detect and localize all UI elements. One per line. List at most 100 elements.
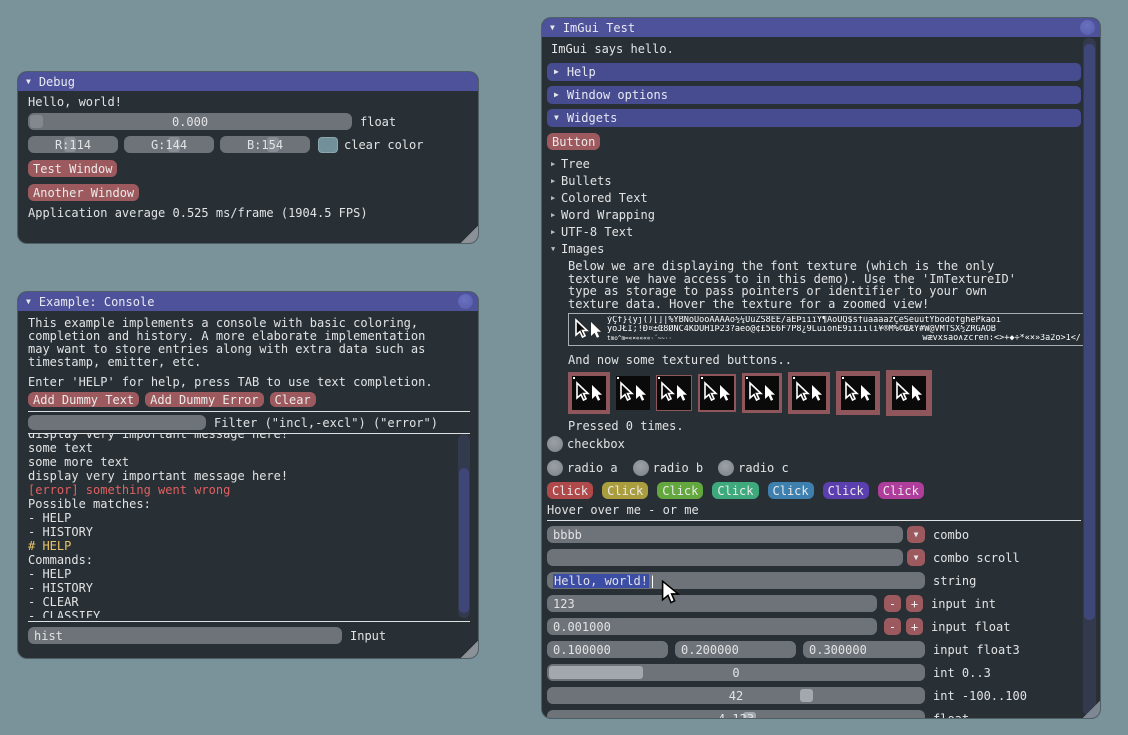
radio-button-c[interactable]: [718, 460, 734, 476]
slider-int-0-3[interactable]: 0: [547, 664, 925, 681]
slider-int-large-row: 42 int -100..100: [547, 687, 1081, 704]
minus-button[interactable]: -: [884, 595, 901, 612]
desktop: { "palette": { "background": "#7a939b", …: [0, 0, 1128, 735]
add-dummy-error-button[interactable]: Add Dummy Error: [145, 392, 263, 407]
plus-button[interactable]: +: [906, 595, 923, 612]
tree-node-bullets[interactable]: ▶ Bullets: [551, 173, 1081, 189]
input-float3-x[interactable]: 0.100000: [547, 641, 668, 658]
combo-scroll-row: ▼ combo scroll: [547, 549, 1081, 566]
plus-button[interactable]: +: [906, 618, 923, 635]
header-help[interactable]: ▶ Help: [547, 63, 1081, 81]
tree-node-label: Word Wrapping: [561, 208, 655, 222]
log-line: - HELP: [28, 511, 470, 525]
font-texture-glyphs: tmo^m=«¤««««·´~~··: [607, 334, 672, 343]
log-line-error: [error] something went wrong: [28, 483, 470, 497]
click-button-3[interactable]: Click: [657, 482, 703, 499]
slider-int-minus100-100[interactable]: 42: [547, 687, 925, 704]
click-buttons-row: Click Click Click Click Click Click Clic…: [547, 482, 1081, 499]
resize-grip[interactable]: [1082, 700, 1100, 718]
collapse-arrow-icon: ▶: [554, 91, 559, 99]
color-swatch[interactable]: [318, 137, 338, 153]
close-button[interactable]: [1080, 20, 1095, 35]
slider-float[interactable]: 4.123: [547, 710, 925, 718]
checkbox[interactable]: [547, 436, 563, 452]
test-window-button[interactable]: Test Window: [28, 160, 117, 177]
combo-scroll-arrow-button[interactable]: ▼: [907, 549, 925, 566]
tree-node-word-wrapping[interactable]: ▶ Word Wrapping: [551, 207, 1081, 223]
resize-grip[interactable]: [460, 640, 478, 658]
color-edit-r-value: R:114: [28, 136, 118, 153]
input-float3-row: 0.100000 0.200000 0.300000 input float3: [547, 641, 1081, 658]
images-description: texture data. Hover the texture for a zo…: [568, 298, 1081, 311]
add-dummy-text-button[interactable]: Add Dummy Text: [28, 392, 139, 407]
minus-button[interactable]: -: [884, 618, 901, 635]
command-input[interactable]: hist: [28, 627, 342, 644]
image-button[interactable]: [886, 370, 932, 416]
combo-scroll-box[interactable]: [547, 549, 903, 566]
log-scrollbar[interactable]: [458, 434, 470, 618]
resize-grip[interactable]: [460, 225, 478, 243]
font-texture-glyphs: ýÇf}{ÿj()[]|%ÝBÑòÙõóÂÃÄÀô½¼ÙúŽŠ8ÉÈ/â​ÈÞï…: [607, 316, 1081, 325]
image-button[interactable]: [568, 372, 610, 414]
filter-input[interactable]: [28, 415, 206, 430]
tree-node-images[interactable]: ▼ Images: [551, 241, 1081, 257]
image-button[interactable]: [616, 376, 650, 410]
collapse-arrow-icon[interactable]: ▼: [550, 24, 555, 32]
tree-node-colored-text[interactable]: ▶ Colored Text: [551, 190, 1081, 206]
click-button-6[interactable]: Click: [823, 482, 869, 499]
tree-node-utf8-text[interactable]: ▶ UTF-8 Text: [551, 224, 1081, 240]
help-hint-text: Enter 'HELP' for help, press TAB to use …: [28, 376, 470, 389]
header-window-options[interactable]: ▶ Window options: [547, 86, 1081, 104]
input-int-field[interactable]: 123: [547, 595, 877, 612]
input-float-field[interactable]: 0.001000: [547, 618, 877, 635]
radio-label: radio c: [738, 461, 789, 475]
debug-window: ▼ Debug Hello, world! 0.000 float R:114 …: [18, 72, 478, 243]
log-line-match: # HELP: [28, 539, 470, 553]
radio-button-a[interactable]: [547, 460, 563, 476]
input-float3-y[interactable]: 0.200000: [675, 641, 796, 658]
float-slider[interactable]: 0.000: [28, 113, 352, 130]
console-log[interactable]: display very important message here! som…: [28, 434, 470, 618]
header-widgets[interactable]: ▼ Widgets: [547, 109, 1081, 127]
click-button-1[interactable]: Click: [547, 482, 593, 499]
button-widget[interactable]: Button: [547, 133, 600, 150]
tree-node-label: Bullets: [561, 174, 612, 188]
font-texture-image[interactable]: ýÇf}{ÿj()[]|%ÝBÑòÙõóÂÃÄÀô½¼ÙúŽŠ8ÉÈ/â​ÈÞï…: [568, 313, 1085, 346]
click-button-4[interactable]: Click: [712, 482, 758, 499]
image-button[interactable]: [742, 373, 782, 413]
image-button[interactable]: [698, 374, 736, 412]
combo-box[interactable]: bbbb: [547, 526, 903, 543]
window-scrollbar[interactable]: [1083, 38, 1096, 716]
image-button[interactable]: [656, 375, 692, 411]
header-label: Help: [567, 65, 596, 79]
font-texture-glyphs: ÿōJŁI;!Đ¤±Œ8ØNC4KDUH1Þ23?āëò@¢£5E6F7P8¿9…: [607, 325, 1081, 334]
console-window: ▼ Example: Console This example implemen…: [18, 292, 478, 658]
color-edit-g[interactable]: G:144: [124, 136, 214, 153]
color-edit-b[interactable]: B:154: [220, 136, 310, 153]
log-scrollbar-grab[interactable]: [459, 468, 469, 613]
window-scrollbar-grab[interactable]: [1084, 44, 1095, 620]
tree-node-label: Colored Text: [561, 191, 648, 205]
tree-node-tree[interactable]: ▶ Tree: [551, 156, 1081, 172]
console-titlebar[interactable]: ▼ Example: Console: [18, 292, 478, 311]
test-titlebar[interactable]: ▼ ImGui Test: [542, 18, 1100, 37]
another-window-button[interactable]: Another Window: [28, 184, 139, 201]
image-button[interactable]: [836, 371, 880, 415]
input-int-row: 123 - + input int: [547, 595, 1081, 612]
debug-titlebar[interactable]: ▼ Debug: [18, 72, 478, 91]
radio-button-b[interactable]: [633, 460, 649, 476]
collapse-arrow-icon[interactable]: ▼: [26, 78, 31, 86]
click-button-2[interactable]: Click: [602, 482, 648, 499]
close-button[interactable]: [458, 294, 473, 309]
click-button-7[interactable]: Click: [878, 482, 924, 499]
image-button[interactable]: [788, 372, 830, 414]
radio-row: radio a radio b radio c: [547, 460, 1081, 476]
input-float3-z[interactable]: 0.300000: [803, 641, 925, 658]
click-button-5[interactable]: Click: [768, 482, 814, 499]
color-edit-r[interactable]: R:114: [28, 136, 118, 153]
slider-int-small-label: int 0..3: [933, 666, 991, 680]
clear-button[interactable]: Clear: [270, 392, 316, 407]
combo-arrow-button[interactable]: ▼: [907, 526, 925, 543]
string-input[interactable]: Hello, world!|: [547, 572, 925, 589]
collapse-arrow-icon[interactable]: ▼: [26, 298, 31, 306]
